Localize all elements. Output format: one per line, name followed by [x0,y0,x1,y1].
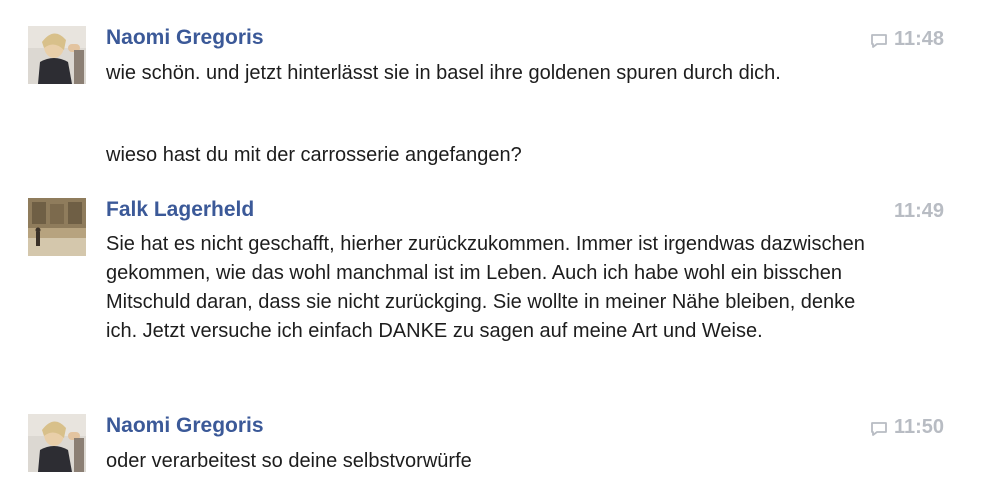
sender-name[interactable]: Naomi Gregoris [106,414,264,438]
naomi-avatar-image [28,414,86,472]
message-text: wieso hast du mit der carrosserie angefa… [106,144,522,166]
timestamp[interactable]: 11:50 [870,416,944,439]
avatar[interactable] [28,414,86,472]
avatar[interactable] [28,26,86,84]
comment-bubble-icon[interactable] [870,32,888,48]
falk-avatar-image [28,198,86,256]
naomi-avatar-image [28,26,86,84]
comment-bubble-icon[interactable] [870,420,888,436]
sender-name[interactable]: Naomi Gregoris [106,26,264,50]
timestamp[interactable]: 11:48 [870,28,944,51]
time-label: 11:48 [893,28,944,50]
avatar[interactable] [28,198,86,256]
message-text: wie schön. und jetzt hinterlässt sie in … [106,62,781,84]
time-label: 11:49 [893,200,944,222]
timestamp[interactable]: 11:49 [894,200,944,223]
time-label: 11:50 [893,416,944,438]
message-text: oder verarbeitest so deine selbstvorwürf… [106,450,472,472]
sender-name[interactable]: Falk Lagerheld [106,198,254,222]
message-text: Sie hat es nicht geschafft, hierher zurü… [106,233,865,342]
